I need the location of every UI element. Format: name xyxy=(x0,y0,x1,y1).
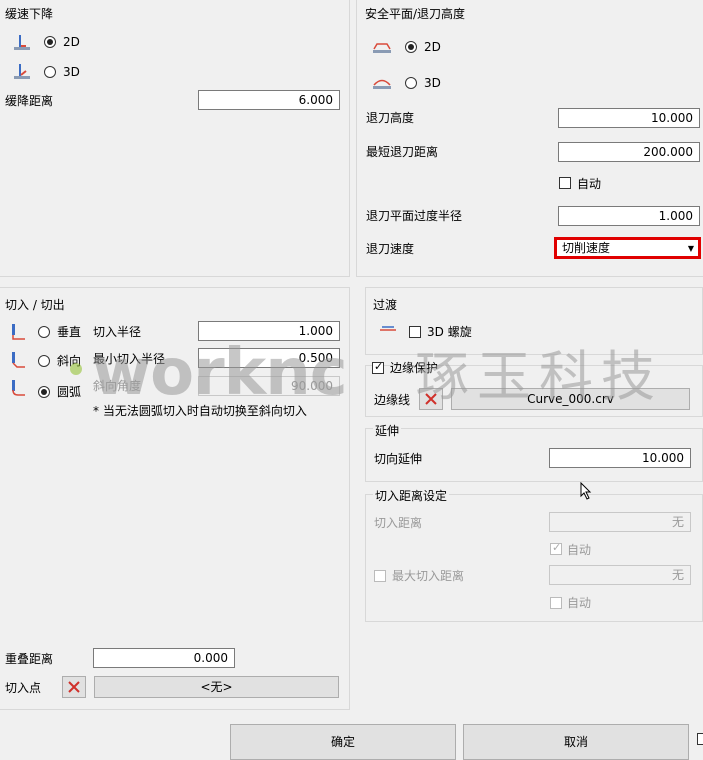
lead-vertical-icon xyxy=(12,324,25,340)
plane-3d-icon xyxy=(373,79,391,89)
footer-checkbox[interactable] xyxy=(697,733,703,745)
cancel-button[interactable]: 取消 xyxy=(463,724,689,760)
edge-line-label: 边缘线 xyxy=(374,393,411,407)
edge-line-clear-button[interactable] xyxy=(419,388,443,410)
clear-pick-icon xyxy=(425,393,437,405)
lead-distance-input: 无 xyxy=(549,512,691,532)
entry-point-field[interactable]: <无> xyxy=(94,676,339,698)
lead-radius-label: 切入半径 xyxy=(93,325,142,339)
retract-speed-select[interactable]: 切削速度 ▼ xyxy=(554,237,701,259)
lead-arc-label[interactable]: 圆弧 xyxy=(57,384,81,400)
max-distance-checkbox xyxy=(374,570,386,582)
plane-radius-label: 退刀平面过度半径 xyxy=(366,209,463,223)
clear-pick-icon xyxy=(68,681,80,693)
edge-protect-checkbox[interactable]: ✓ xyxy=(372,360,384,374)
transition-panel xyxy=(365,287,703,355)
plane-2d-label[interactable]: 2D xyxy=(424,39,441,55)
plane-2d-radio[interactable] xyxy=(405,41,417,53)
overlap-input[interactable]: 0.000 xyxy=(93,648,235,668)
entry-point-clear-button[interactable] xyxy=(62,676,86,698)
entry-point-label: 切入点 xyxy=(5,681,42,695)
descent-3d-label[interactable]: 3D xyxy=(63,64,80,80)
safe-plane-title: 安全平面/退刀高度 xyxy=(365,7,466,21)
mouse-cursor-icon xyxy=(580,482,592,500)
extend-title: 延伸 xyxy=(373,422,402,439)
min-retract-label: 最短退刀距离 xyxy=(366,145,439,159)
lead-radius-input[interactable]: 1.000 xyxy=(198,321,340,341)
plane-3d-radio[interactable] xyxy=(405,77,417,89)
ramp-angle-label: 斜向角度 xyxy=(93,379,142,393)
tangent-extend-input[interactable]: 10.000 xyxy=(549,448,691,468)
plane-2d-icon xyxy=(373,43,391,53)
descent-2d-icon xyxy=(14,35,30,50)
ok-button[interactable]: 确定 xyxy=(230,724,456,760)
descent-distance-input[interactable]: 6.000 xyxy=(198,90,340,110)
lead-ramp-icon xyxy=(12,352,25,368)
check-mark-icon: ✓ xyxy=(552,541,562,554)
retract-height-input[interactable]: 10.000 xyxy=(558,108,700,128)
max-distance-auto-checkbox xyxy=(550,597,562,609)
slow-descent-title: 缓速下降 xyxy=(5,7,54,21)
max-distance-auto-label: 自动 xyxy=(567,596,592,610)
lead-distance-auto-checkbox: ✓ xyxy=(550,541,562,555)
descent-3d-icon xyxy=(14,64,30,79)
spiral-icon xyxy=(380,326,396,331)
lead-distance-auto-label: 自动 xyxy=(567,543,592,557)
lead-ramp-label[interactable]: 斜向 xyxy=(57,353,81,369)
plane-radius-input[interactable]: 1.000 xyxy=(558,206,700,226)
max-distance-label: 最大切入距离 xyxy=(392,569,465,583)
lead-in-out-title: 切入 / 切出 xyxy=(5,298,65,312)
overlap-label: 重叠距离 xyxy=(5,652,54,666)
lead-distance-title: 切入距离设定 xyxy=(373,487,450,504)
lead-arc-radio[interactable] xyxy=(38,386,50,398)
lead-distance-label: 切入距离 xyxy=(374,516,423,530)
min-radius-input[interactable]: 0.500 xyxy=(198,348,340,368)
tangent-extend-label: 切向延伸 xyxy=(374,452,423,466)
lead-arc-icon xyxy=(12,380,25,396)
retract-auto-label[interactable]: 自动 xyxy=(577,176,601,192)
lead-note: * 当无法圆弧切入时自动切换至斜向切入 xyxy=(93,404,307,418)
spiral-label[interactable]: 3D 螺旋 xyxy=(427,324,472,340)
descent-2d-label[interactable]: 2D xyxy=(63,34,80,50)
descent-distance-label: 缓降距离 xyxy=(5,94,54,108)
check-mark-icon: ✓ xyxy=(374,360,384,373)
ramp-angle-input: 90.000 xyxy=(198,376,340,396)
descent-2d-radio[interactable] xyxy=(44,36,56,48)
edge-protect-title[interactable]: 边缘保护 xyxy=(390,360,438,376)
min-retract-input[interactable]: 200.000 xyxy=(558,142,700,162)
descent-3d-radio[interactable] xyxy=(44,66,56,78)
lead-vertical-radio[interactable] xyxy=(38,326,50,338)
plane-3d-label[interactable]: 3D xyxy=(424,75,441,91)
min-radius-label: 最小切入半径 xyxy=(93,352,166,366)
retract-height-label: 退刀高度 xyxy=(366,111,415,125)
retract-speed-label: 退刀速度 xyxy=(366,242,415,256)
lead-vertical-label[interactable]: 垂直 xyxy=(57,324,81,340)
lead-ramp-radio[interactable] xyxy=(38,355,50,367)
max-distance-input: 无 xyxy=(549,565,691,585)
retract-auto-checkbox[interactable] xyxy=(559,177,571,189)
spiral-checkbox[interactable] xyxy=(409,326,421,338)
dropdown-arrow-icon: ▼ xyxy=(687,244,694,253)
retract-speed-value: 切削速度 xyxy=(562,241,611,255)
edge-line-field[interactable]: Curve_000.crv xyxy=(451,388,690,410)
transition-title: 过渡 xyxy=(373,298,398,312)
